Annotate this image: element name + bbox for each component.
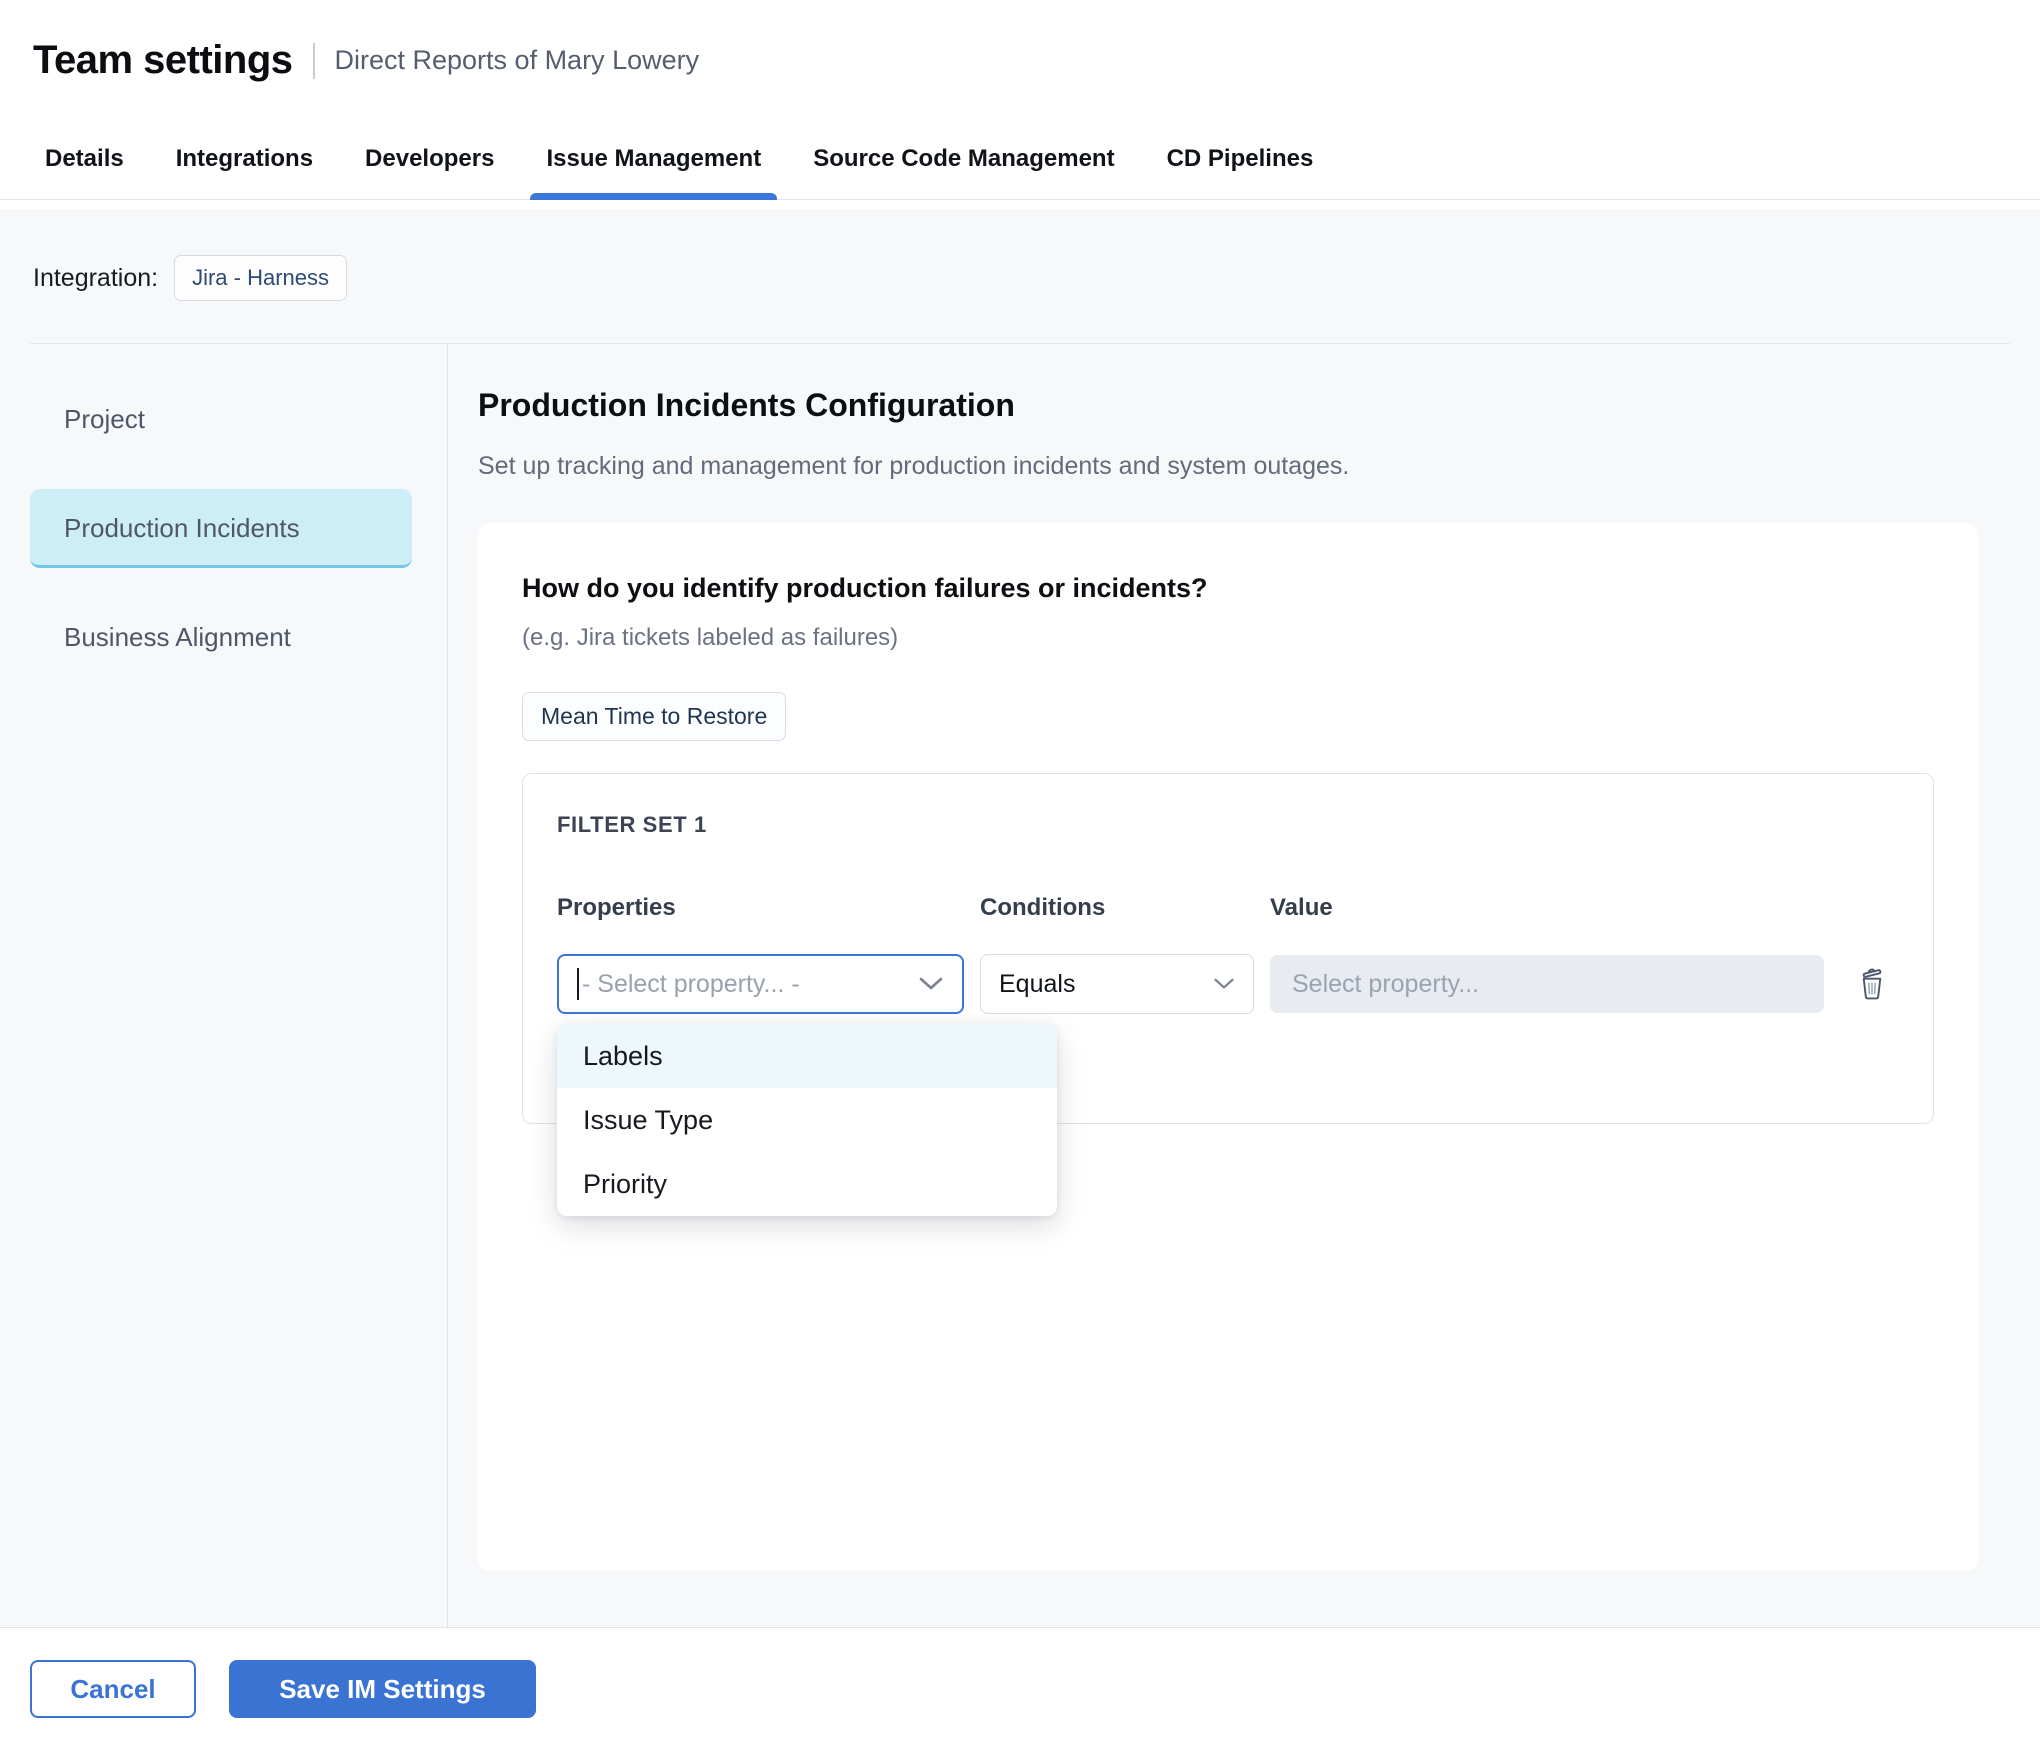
condition-select[interactable]: Equals (980, 954, 1254, 1014)
active-tab-underline (530, 193, 777, 200)
tab-details-label: Details (45, 145, 124, 172)
dropdown-option-priority[interactable]: Priority (557, 1152, 1057, 1216)
dropdown-option-issue-type[interactable]: Issue Type (557, 1088, 1057, 1152)
properties-cell: - Select property... - Labels Issue Type… (557, 954, 964, 1014)
main-subtitle: Set up tracking and management for produ… (478, 452, 1978, 481)
dropdown-option-labels[interactable]: Labels (557, 1024, 1057, 1088)
value-column-label: Value (1270, 894, 1824, 922)
chevron-down-icon (918, 976, 944, 992)
sidebar-item-project[interactable]: Project (30, 380, 412, 459)
title-separator (313, 43, 315, 79)
content-area: Integration: Jira - Harness Project Prod… (0, 209, 2040, 1627)
property-dropdown-menu: Labels Issue Type Priority (557, 1024, 1057, 1216)
filter-grid: Properties Conditions Value - Select pro… (557, 894, 1899, 1014)
sidebar-item-production-incidents[interactable]: Production Incidents (30, 489, 412, 568)
page-header: Team settings Direct Reports of Mary Low… (0, 0, 2040, 209)
delete-filter-button[interactable] (1858, 954, 1886, 1014)
value-cell (1270, 954, 1824, 1014)
value-input[interactable] (1270, 955, 1824, 1013)
settings-body: Project Production Incidents Business Al… (0, 344, 2040, 1627)
integration-chip[interactable]: Jira - Harness (174, 255, 347, 301)
cancel-button[interactable]: Cancel (30, 1660, 196, 1718)
filter-set-title: FILTER SET 1 (557, 812, 1899, 838)
title-row: Team settings Direct Reports of Mary Low… (0, 0, 2040, 83)
footer-action-bar: Cancel Save IM Settings (0, 1627, 2040, 1750)
settings-sidebar: Project Production Incidents Business Al… (0, 344, 448, 1627)
tab-developers-label: Developers (365, 145, 494, 172)
property-select-placeholder: - Select property... - (582, 970, 800, 999)
conditions-cell: Equals (980, 954, 1254, 1014)
identify-question: How do you identify production failures … (522, 573, 1934, 604)
tab-source-code-management-label: Source Code Management (813, 145, 1114, 172)
tab-details[interactable]: Details (45, 145, 124, 199)
chevron-down-icon (1213, 977, 1235, 991)
save-im-settings-button[interactable]: Save IM Settings (229, 1660, 536, 1718)
trash-icon (1858, 967, 1886, 1001)
tab-cd-pipelines[interactable]: CD Pipelines (1167, 145, 1314, 199)
mean-time-to-restore-chip[interactable]: Mean Time to Restore (522, 692, 786, 741)
integration-label: Integration: (33, 264, 158, 293)
text-cursor (577, 968, 579, 1000)
tab-issue-management[interactable]: Issue Management (546, 145, 761, 199)
incidents-config-card: How do you identify production failures … (478, 523, 1978, 1571)
actions-cell (1840, 954, 1899, 1014)
tab-bar: Details Integrations Developers Issue Ma… (0, 145, 2040, 200)
identify-hint: (e.g. Jira tickets labeled as failures) (522, 624, 1934, 652)
actions-column-spacer (1840, 894, 1899, 922)
properties-column-label: Properties (557, 894, 964, 922)
tab-integrations[interactable]: Integrations (176, 145, 313, 199)
main-title: Production Incidents Configuration (478, 387, 1978, 424)
tab-integrations-label: Integrations (176, 145, 313, 172)
conditions-column-label: Conditions (980, 894, 1254, 922)
tab-developers[interactable]: Developers (365, 145, 494, 199)
tab-source-code-management[interactable]: Source Code Management (813, 145, 1114, 199)
integration-row: Integration: Jira - Harness (0, 209, 2040, 301)
tab-issue-management-label: Issue Management (546, 145, 761, 172)
property-select[interactable]: - Select property... - (557, 954, 964, 1014)
filter-set-panel: FILTER SET 1 Properties Conditions Value… (522, 773, 1934, 1124)
main-panel: Production Incidents Configuration Set u… (448, 344, 2040, 1627)
tab-cd-pipelines-label: CD Pipelines (1167, 145, 1314, 172)
page-subtitle: Direct Reports of Mary Lowery (335, 45, 700, 76)
condition-select-value: Equals (999, 970, 1075, 999)
sidebar-item-business-alignment[interactable]: Business Alignment (30, 598, 412, 677)
page-title: Team settings (33, 38, 293, 83)
